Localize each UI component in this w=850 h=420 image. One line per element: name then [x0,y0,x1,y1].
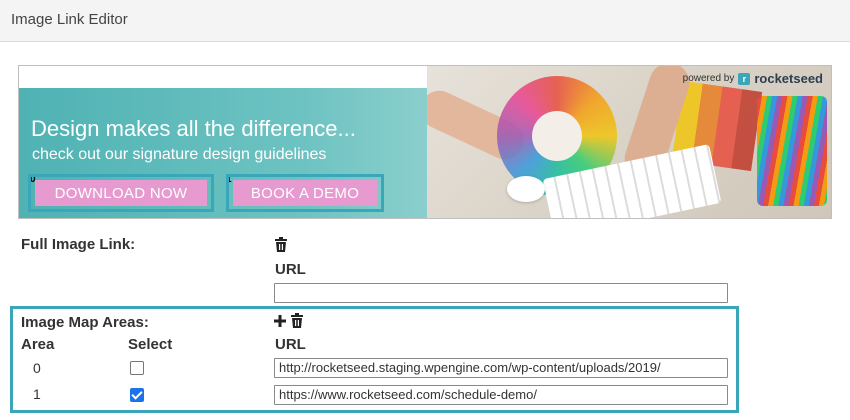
rocketseed-logo-icon: r [738,72,751,85]
full-image-url-input[interactable] [274,283,728,303]
powered-by-text: powered by [682,73,735,84]
area-url-input[interactable]: http://rocketseed.staging.wpengine.com/w… [274,358,728,378]
trash-icon[interactable] [290,313,304,329]
area-url-input[interactable]: https://www.rocketseed.com/schedule-demo… [274,385,728,405]
map-area-1[interactable]: BOOK A DEMO [226,174,384,212]
plus-icon[interactable] [274,314,286,328]
area-index: 1 [33,386,41,402]
column-header-area: Area [21,336,55,353]
map-area-0[interactable]: DOWNLOAD NOW [28,174,214,212]
full-image-url-header: URL [275,261,306,278]
editor-header: Image Link Editor [0,0,850,42]
column-header-url: URL [275,336,306,353]
area-index: 0 [33,360,41,376]
banner-photo [427,66,831,218]
powered-by-badge: powered by r rocketseed [683,71,823,86]
mouse [507,176,545,202]
trash-icon[interactable] [274,237,288,253]
full-image-link-label: Full Image Link: [21,236,136,253]
pencil-cup [757,96,827,206]
select-checkbox-checked[interactable] [130,388,144,402]
banner-headline: Design makes all the difference... [31,116,356,141]
download-now-cta: DOWNLOAD NOW [35,180,207,206]
image-map-areas-label: Image Map Areas: [21,314,149,331]
book-a-demo-cta: BOOK A DEMO [233,180,377,206]
column-header-select: Select [128,336,173,353]
select-checkbox[interactable] [130,361,144,375]
brand-name: rocketseed [754,71,823,86]
banner-image: powered by r rocketseed Design makes all… [18,65,832,219]
editor-title: Image Link Editor [11,11,128,28]
color-wheel-center [532,111,582,161]
banner-subline: check out our signature design guideline… [32,146,327,163]
